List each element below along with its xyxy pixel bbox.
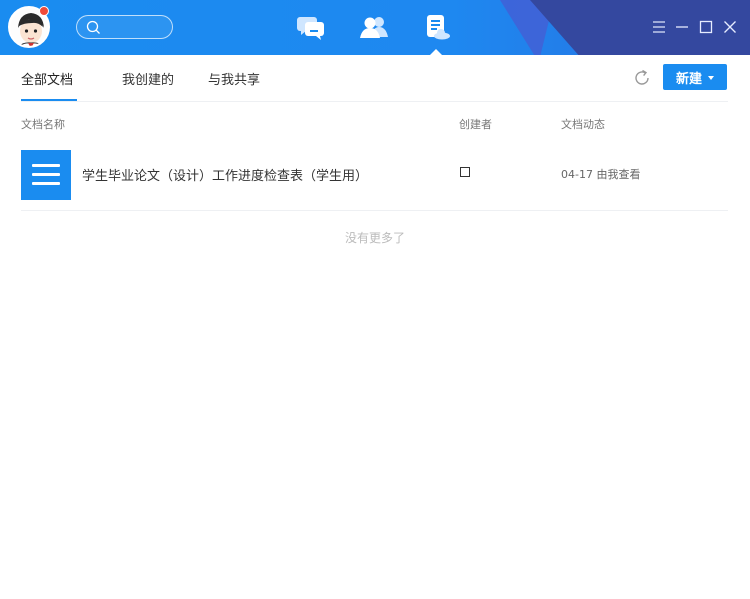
column-header-activity: 文档动态 xyxy=(561,118,605,131)
tab-all-documents[interactable]: 全部文档 xyxy=(21,69,73,88)
refresh-icon[interactable] xyxy=(632,68,652,88)
table-row[interactable]: 学生毕业论文（设计）工作进度检查表（学生用） 04-17 由我查看 xyxy=(21,144,728,211)
maximize-icon[interactable] xyxy=(698,19,714,35)
column-header-name: 文档名称 xyxy=(21,118,65,131)
document-name[interactable]: 学生毕业论文（设计）工作进度检查表（学生用） xyxy=(82,165,368,184)
menu-icon[interactable] xyxy=(651,19,667,35)
search-icon xyxy=(86,20,100,34)
creator-value xyxy=(460,167,470,177)
tab-created-by-me[interactable]: 我创建的 xyxy=(122,69,174,88)
tabs-divider xyxy=(21,101,728,102)
chevron-down-icon xyxy=(708,76,714,80)
tab-shared-with-me[interactable]: 与我共享 xyxy=(208,69,260,88)
chat-icon[interactable] xyxy=(296,13,326,41)
no-more-text: 没有更多了 xyxy=(344,231,405,245)
close-icon[interactable] xyxy=(722,19,738,35)
document-activity: 04-17 由我查看 xyxy=(561,168,641,181)
document-icon xyxy=(21,150,71,200)
column-header-creator: 创建者 xyxy=(459,118,492,131)
titlebar-decoration xyxy=(530,0,750,55)
notification-badge xyxy=(39,6,49,16)
search-input[interactable] xyxy=(76,15,173,39)
documents-icon[interactable] xyxy=(423,13,453,41)
contacts-icon[interactable] xyxy=(359,13,389,41)
new-button[interactable]: 新建 xyxy=(663,64,727,90)
new-button-label: 新建 xyxy=(675,71,702,87)
minimize-icon[interactable] xyxy=(674,19,690,35)
